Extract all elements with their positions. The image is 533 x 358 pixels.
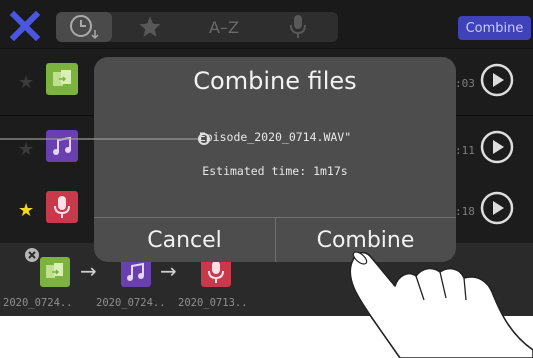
sort-az-label: A–Z <box>209 17 239 37</box>
music-file-icon <box>46 130 78 162</box>
sort-toolbar: A–Z <box>56 12 338 42</box>
sort-by-mic-button[interactable] <box>270 12 326 42</box>
combine-button[interactable]: Combine <box>275 218 456 262</box>
close-icon[interactable] <box>8 9 42 43</box>
estimated-time: Estimated time: 1m17s <box>202 164 348 178</box>
star-off-icon[interactable]: ★ <box>18 139 34 160</box>
cancel-button[interactable]: Cancel <box>94 218 275 262</box>
sort-by-star-button[interactable] <box>122 12 178 42</box>
clock-sort-icon <box>70 15 99 40</box>
output-file-name[interactable]: Episode_2020_0714.WAV" <box>94 130 456 144</box>
mic-sort-icon <box>290 15 306 38</box>
combine-files-dialog: Combine files Episode_2020_0714.WAV" Est… <box>94 57 456 262</box>
star-sort-icon <box>139 16 161 37</box>
merge-file-icon <box>46 63 78 95</box>
arrow-icon: → <box>160 259 177 283</box>
strip-file-name: 2020_0713.. <box>178 297 248 309</box>
dialog-title: Combine files <box>193 67 357 95</box>
star-off-icon[interactable]: ★ <box>18 72 34 93</box>
combine-top-button[interactable]: Combine <box>458 16 531 40</box>
sort-by-date-button[interactable] <box>56 12 112 42</box>
sort-by-name-button[interactable]: A–Z <box>194 12 254 42</box>
arrow-icon: → <box>80 259 97 283</box>
remove-icon[interactable] <box>24 247 40 263</box>
strip-file-name: 2020_0724.. <box>96 297 166 309</box>
duration-text: :18 <box>455 205 475 218</box>
play-icon[interactable] <box>480 191 514 225</box>
strip-file-name: 2020_0724.. <box>3 297 73 309</box>
mic-file-icon <box>46 191 78 223</box>
screen: A–Z Combine ★ :03 ★:11 ★:18 → → 2020_0… <box>0 0 533 316</box>
play-icon[interactable] <box>480 63 514 97</box>
merge-file-icon[interactable] <box>40 257 70 287</box>
duration-text: :11 <box>455 144 475 157</box>
star-on-icon[interactable]: ★ <box>18 200 34 221</box>
play-icon[interactable] <box>480 130 514 164</box>
top-bar: A–Z Combine <box>0 0 533 48</box>
duration-text: :03 <box>455 77 475 90</box>
